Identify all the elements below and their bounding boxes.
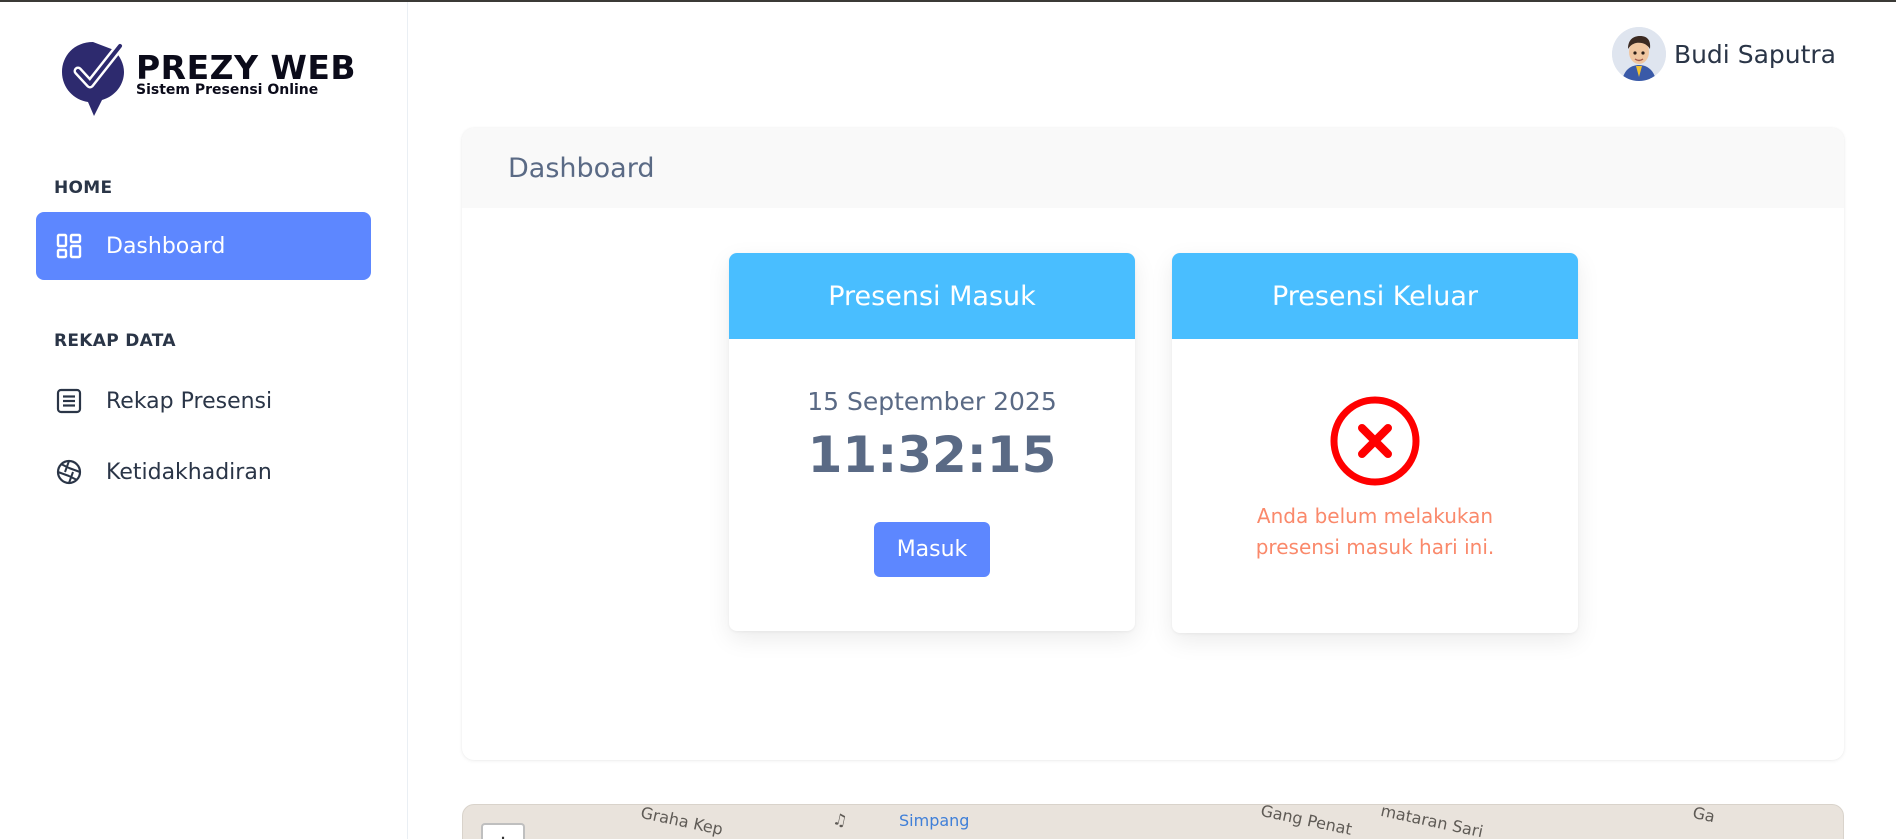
- aperture-icon: [54, 457, 84, 487]
- map-music-icon: ♫: [831, 809, 850, 831]
- nav-caption-home: HOME: [54, 178, 113, 198]
- location-map[interactable]: + Graha Kep ♫ Simpang Gang Penat mataran…: [462, 804, 1844, 839]
- map-label: Gang Penat: [1259, 804, 1354, 839]
- presensi-masuk-title: Presensi Masuk: [729, 253, 1135, 339]
- dashboard-card-header: Dashboard: [462, 128, 1844, 208]
- current-time: 11:32:15: [807, 426, 1057, 484]
- presensi-masuk-card: Presensi Masuk 15 September 2025 11:32:1…: [729, 253, 1135, 631]
- sidebar-item-rekap-presensi[interactable]: Rekap Presensi: [36, 367, 371, 435]
- user-menu[interactable]: Budi Saputra: [1611, 26, 1836, 82]
- map-label: Simpang: [899, 811, 970, 830]
- user-name: Budi Saputra: [1673, 39, 1836, 69]
- brand-logo[interactable]: PREZY WEB Sistem Presensi Online: [58, 38, 356, 118]
- nav-caption-rekap-data: REKAP DATA: [54, 331, 176, 351]
- sidebar-item-label: Rekap Presensi: [106, 388, 273, 414]
- dashboard-icon: [54, 231, 84, 261]
- map-label: Ga: [1691, 804, 1717, 827]
- sidebar: PREZY WEB Sistem Presensi Online HOME Da…: [0, 2, 408, 839]
- close-circle-icon: [1330, 396, 1420, 486]
- sidebar-item-ketidakhadiran[interactable]: Ketidakhadiran: [36, 438, 371, 506]
- map-zoom-in-button[interactable]: +: [481, 823, 525, 839]
- map-label: Graha Kep: [639, 804, 725, 839]
- avatar-icon: [1611, 27, 1666, 81]
- masuk-button[interactable]: Masuk: [874, 522, 990, 577]
- sidebar-item-label: Ketidakhadiran: [106, 459, 272, 485]
- presensi-keluar-title: Presensi Keluar: [1172, 253, 1578, 339]
- map-label: mataran Sari: [1379, 804, 1485, 839]
- brand-check-icon: [62, 41, 125, 116]
- list-icon: [54, 386, 84, 416]
- page-title: Dashboard: [508, 152, 655, 184]
- sidebar-item-label: Dashboard: [106, 233, 226, 259]
- presensi-keluar-card: Presensi Keluar Anda belum melakukan pre…: [1172, 253, 1578, 633]
- sidebar-item-dashboard[interactable]: Dashboard: [36, 212, 371, 280]
- current-date: 15 September 2025: [807, 387, 1057, 416]
- presensi-keluar-message: Anda belum melakukan presensi masuk hari…: [1255, 504, 1495, 559]
- dashboard-card: Dashboard Presensi Masuk 15 September 20…: [462, 128, 1844, 760]
- brand-tagline: Sistem Presensi Online: [136, 82, 319, 98]
